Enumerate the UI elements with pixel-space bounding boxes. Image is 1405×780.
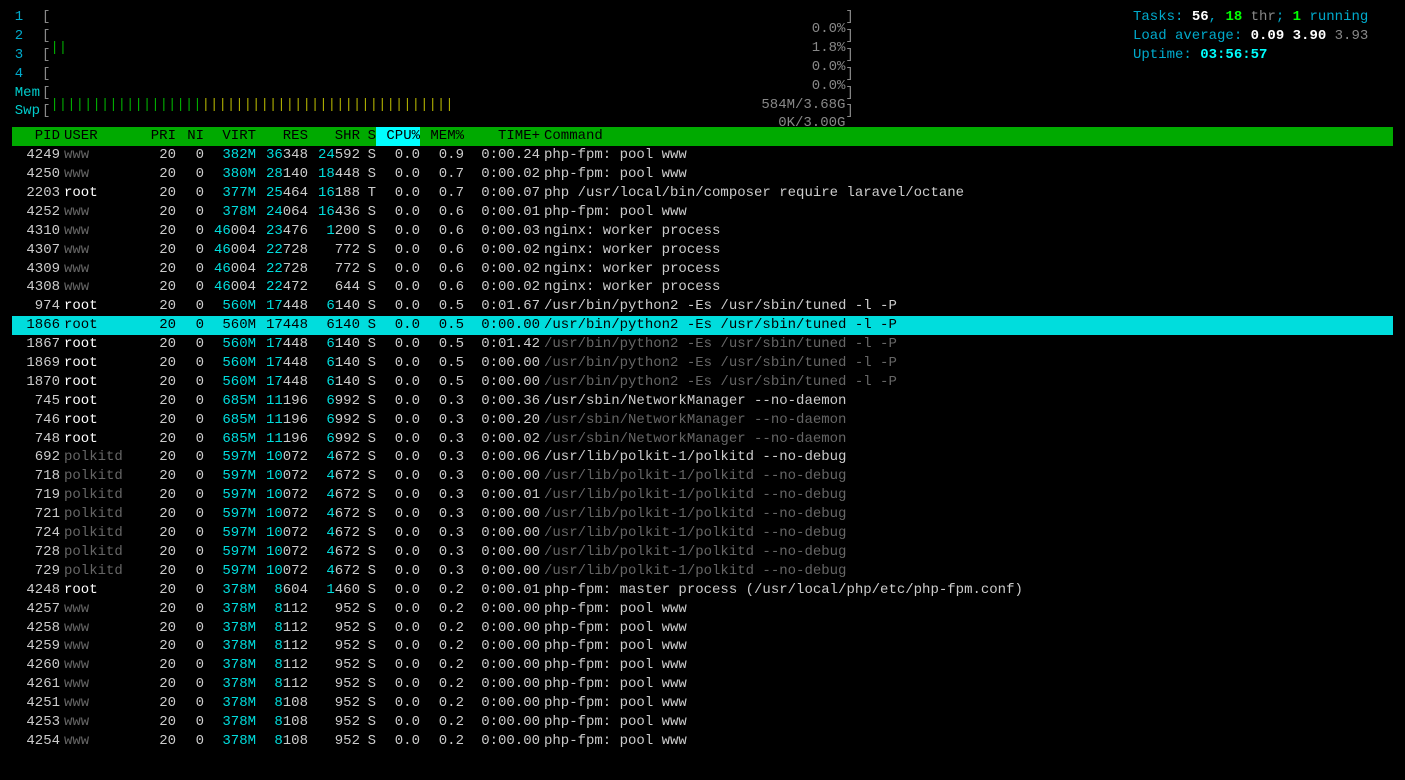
process-row[interactable]: 719polkitd200597M100724672S0.00.30:00.01… — [12, 486, 1393, 505]
process-row[interactable]: 4249www200382M3634824592S0.00.90:00.24ph… — [12, 146, 1393, 165]
process-row[interactable]: 4260www200378M8112952S0.00.20:00.00php-f… — [12, 656, 1393, 675]
header-res[interactable]: RES — [256, 127, 308, 146]
process-row[interactable]: 724polkitd200597M100724672S0.00.30:00.00… — [12, 524, 1393, 543]
process-row[interactable]: 4252www200378M2406416436S0.00.60:00.01ph… — [12, 203, 1393, 222]
header-shr[interactable]: SHR — [308, 127, 360, 146]
process-row[interactable]: 4310www20046004234761200S0.00.60:00.03ng… — [12, 222, 1393, 241]
header-command[interactable]: Command — [540, 127, 1393, 146]
process-row[interactable]: 718polkitd200597M100724672S0.00.30:00.00… — [12, 467, 1393, 486]
system-stats: Tasks: 56, 18 thr; 1 running Load averag… — [1113, 8, 1393, 121]
process-row[interactable]: 4308www2004600422472644S0.00.60:00.02ngi… — [12, 278, 1393, 297]
header-user[interactable]: USER — [60, 127, 140, 146]
header-virt[interactable]: VIRT — [204, 127, 256, 146]
process-row[interactable]: 4251www200378M8108952S0.00.20:00.00php-f… — [12, 694, 1393, 713]
process-row[interactable]: 721polkitd200597M100724672S0.00.30:00.00… — [12, 505, 1393, 524]
cpu-meter-4: 4 [0.0%] — [12, 65, 1113, 84]
process-row[interactable]: 4254www200378M8108952S0.00.20:00.00php-f… — [12, 732, 1393, 751]
process-row[interactable]: 1870root200560M174486140S0.00.50:00.00/u… — [12, 373, 1393, 392]
header-mem[interactable]: MEM% — [420, 127, 464, 146]
process-row[interactable]: 4309www2004600422728772S0.00.60:00.02ngi… — [12, 260, 1393, 279]
cpu-meter-2: 2 [||1.8%] — [12, 27, 1113, 46]
process-row[interactable]: 1867root200560M174486140S0.00.50:01.42/u… — [12, 335, 1393, 354]
uptime-line: Uptime: 03:56:57 — [1133, 46, 1393, 65]
process-row[interactable]: 746root200685M111966992S0.00.30:00.20/us… — [12, 411, 1393, 430]
process-row[interactable]: 729polkitd200597M100724672S0.00.30:00.00… — [12, 562, 1393, 581]
process-row[interactable]: 4248root200378M86041460S0.00.20:00.01php… — [12, 581, 1393, 600]
header-pid[interactable]: PID — [12, 127, 60, 146]
cpu-meter-1: 1 [0.0%] — [12, 8, 1113, 27]
memory-meter: Mem[||||||||||||||||||||||||||||||||||||… — [12, 84, 1113, 103]
header-ni[interactable]: NI — [176, 127, 204, 146]
process-row[interactable]: 748root200685M111966992S0.00.30:00.02/us… — [12, 430, 1393, 449]
header-pri[interactable]: PRI — [140, 127, 176, 146]
load-line: Load average: 0.09 3.90 3.93 — [1133, 27, 1393, 46]
process-row[interactable]: 4250www200380M2814018448S0.00.70:00.02ph… — [12, 165, 1393, 184]
header-time[interactable]: TIME+ — [464, 127, 540, 146]
process-row[interactable]: 4259www200378M8112952S0.00.20:00.00php-f… — [12, 637, 1393, 656]
process-table[interactable]: 4249www200382M3634824592S0.00.90:00.24ph… — [12, 146, 1393, 751]
header-cpu-sorted[interactable]: CPU% — [376, 127, 420, 146]
process-row[interactable]: 745root200685M111966992S0.00.30:00.36/us… — [12, 392, 1393, 411]
process-row[interactable]: 728polkitd200597M100724672S0.00.30:00.00… — [12, 543, 1393, 562]
process-row[interactable]: 4257www200378M8112952S0.00.20:00.00php-f… — [12, 600, 1393, 619]
process-row[interactable]: 4253www200378M8108952S0.00.20:00.00php-f… — [12, 713, 1393, 732]
process-row[interactable]: 4307www2004600422728772S0.00.60:00.02ngi… — [12, 241, 1393, 260]
process-row[interactable]: 1869root200560M174486140S0.00.50:00.00/u… — [12, 354, 1393, 373]
resource-meters: 1 [0.0%]2 [||1.8%]3 [0.0%]4 [0.0%]Mem[||… — [12, 8, 1113, 121]
process-row[interactable]: 4258www200378M8112952S0.00.20:00.00php-f… — [12, 619, 1393, 638]
process-table-header[interactable]: PID USER PRI NI VIRT RES SHR S CPU% MEM%… — [12, 127, 1393, 146]
process-row[interactable]: 692polkitd200597M100724672S0.00.30:00.06… — [12, 448, 1393, 467]
tasks-line: Tasks: 56, 18 thr; 1 running — [1133, 8, 1393, 27]
cpu-meter-3: 3 [0.0%] — [12, 46, 1113, 65]
top-meters-section: 1 [0.0%]2 [||1.8%]3 [0.0%]4 [0.0%]Mem[||… — [12, 8, 1393, 121]
process-row[interactable]: 2203root200377M2546416188T0.00.70:00.07p… — [12, 184, 1393, 203]
process-row[interactable]: 974root200560M174486140S0.00.50:01.67/us… — [12, 297, 1393, 316]
header-state[interactable]: S — [360, 127, 376, 146]
process-row[interactable]: 1866root200560M174486140S0.00.50:00.00/u… — [12, 316, 1393, 335]
process-row[interactable]: 4261www200378M8112952S0.00.20:00.00php-f… — [12, 675, 1393, 694]
